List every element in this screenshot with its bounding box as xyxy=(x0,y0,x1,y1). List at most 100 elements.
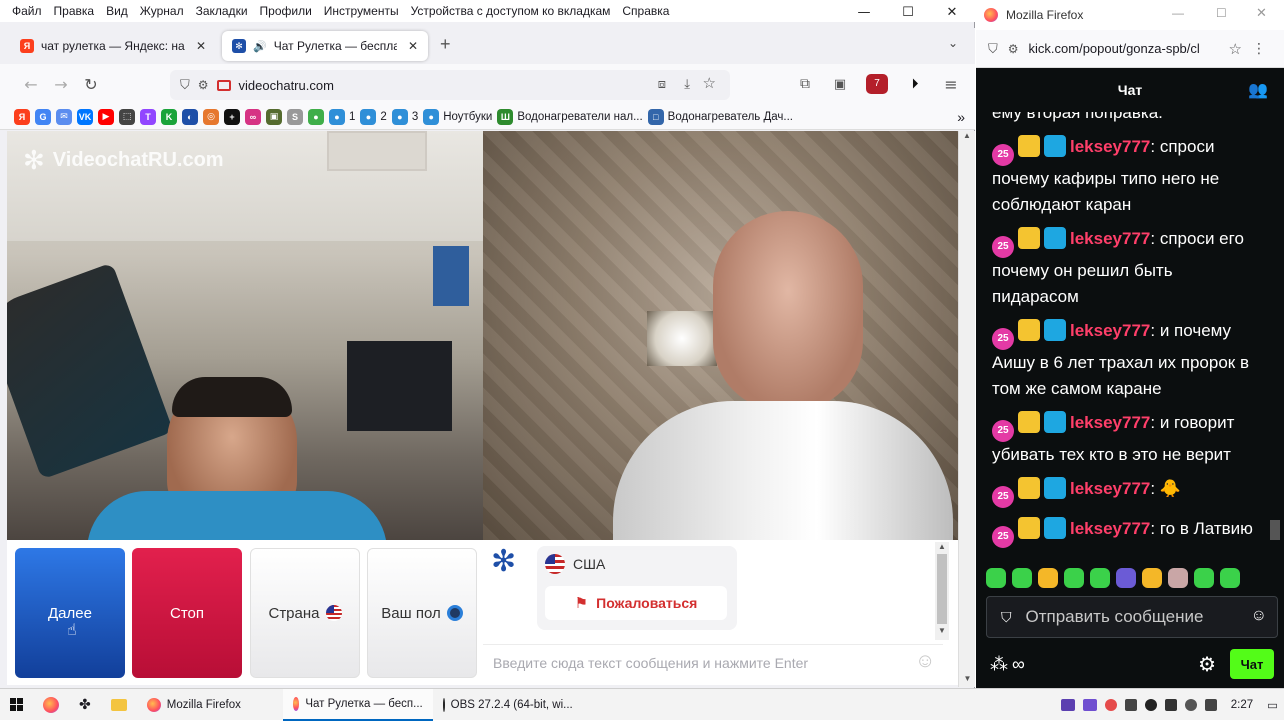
taskbar-window-chat[interactable]: Чат Рулетка — бесп... xyxy=(282,688,433,721)
url-bar[interactable]: ⛉ ⚙ videochatru.com ⧈ ⤓ ☆ xyxy=(170,70,730,100)
menu-help[interactable]: Справка xyxy=(616,4,675,18)
chat-scrollbar[interactable] xyxy=(1270,520,1280,540)
menu-file[interactable]: Файл xyxy=(6,4,48,18)
tray-app-icon[interactable] xyxy=(1124,698,1137,711)
country-button[interactable]: Страна xyxy=(250,548,360,678)
tab-list-chevron-down-icon[interactable]: ⌄ xyxy=(948,36,958,50)
pocket-icon[interactable]: ▣ xyxy=(825,69,855,99)
bookmark-item[interactable]: □ Водонагреватель Дач... xyxy=(647,108,793,125)
menu-profiles[interactable]: Профили xyxy=(254,4,318,18)
bookmark-item[interactable]: Я xyxy=(14,108,30,125)
tray-app-icon[interactable] xyxy=(1082,698,1097,711)
bookmark-item[interactable]: VK xyxy=(77,108,93,125)
bookmark-item[interactable]: T xyxy=(140,108,156,125)
minimize-button[interactable]: — xyxy=(842,0,886,24)
bookmark-item[interactable]: + xyxy=(224,108,240,125)
download-page-icon[interactable]: ⤓ xyxy=(684,76,690,92)
new-tab-button[interactable]: + xyxy=(440,34,451,55)
tray-app-icon[interactable] xyxy=(1144,698,1157,711)
bookmark-item[interactable]: ◐ xyxy=(182,108,198,125)
menu-view[interactable]: Вид xyxy=(100,4,134,18)
bookmark-star-icon[interactable]: ☆ xyxy=(1229,40,1242,58)
infinity-icon[interactable]: ∞ xyxy=(1012,654,1025,675)
emote-icon[interactable] xyxy=(1116,568,1136,588)
emote-icon[interactable] xyxy=(1012,568,1032,588)
emoji-icon[interactable]: ☺ xyxy=(915,650,935,673)
bookmark-item[interactable]: ▣ xyxy=(266,108,282,125)
bookmark-item[interactable]: ● xyxy=(308,108,324,125)
report-button[interactable]: ⚑ Пожаловаться xyxy=(545,586,727,620)
emote-icon[interactable] xyxy=(1168,568,1188,588)
menu-edit[interactable]: Правка xyxy=(48,4,101,18)
menu-bookmarks[interactable]: Закладки xyxy=(190,4,254,18)
menu-history[interactable]: Журнал xyxy=(134,4,190,18)
message-input[interactable]: Введите сюда текст сообщения и нажмите E… xyxy=(483,644,943,680)
bookmark-item[interactable]: ● 3 xyxy=(391,108,418,125)
tray-app-icon[interactable] xyxy=(1060,698,1075,711)
chat-username[interactable]: leksey777 xyxy=(1070,229,1150,248)
send-message-input[interactable]: ⛉ Отправить сообщение ☺ xyxy=(986,596,1278,638)
chat-username[interactable]: leksey777 xyxy=(1070,413,1150,432)
notification-icon[interactable]: ▭ xyxy=(1261,689,1284,721)
tab-yandex[interactable]: Я чат рулетка — Яндекс: нашлос ✕ xyxy=(10,31,216,61)
permissions-icon[interactable]: ⚙ xyxy=(198,78,209,92)
bookmark-item[interactable]: ∞ xyxy=(245,108,261,125)
gear-icon[interactable]: ⚙ xyxy=(1198,652,1216,677)
bookmark-item[interactable]: ● Ноутбуки xyxy=(423,108,492,125)
speaker-icon[interactable]: 🔊 xyxy=(253,40,267,53)
chat-username[interactable]: leksey777 xyxy=(1070,321,1150,340)
emote-icon[interactable] xyxy=(1038,568,1058,588)
shield-icon[interactable]: ⛉ xyxy=(988,41,998,57)
maximize-button[interactable]: ☐ xyxy=(1216,6,1227,20)
tray-app-icon[interactable] xyxy=(1204,698,1217,711)
bookmark-item[interactable]: ◎ xyxy=(203,108,219,125)
reload-icon[interactable]: ↻ xyxy=(76,69,106,99)
taskbar-window-firefox[interactable]: Mozilla Firefox xyxy=(137,689,283,721)
tab-videochat[interactable]: ✻ 🔊 Чат Рулетка — бесплатный ✕ xyxy=(222,31,428,61)
users-icon[interactable]: 👥 xyxy=(1248,80,1268,100)
tray-app-icon[interactable] xyxy=(1104,698,1117,711)
gender-button[interactable]: Ваш пол xyxy=(367,548,477,678)
stop-button[interactable]: Стоп xyxy=(132,548,242,678)
send-chat-button[interactable]: Чат xyxy=(1230,649,1274,679)
taskbar-firefox-pin[interactable] xyxy=(33,689,69,721)
clock[interactable]: 2:27 xyxy=(1223,689,1261,721)
chat-username[interactable]: leksey777 xyxy=(1070,519,1150,538)
maximize-button[interactable]: ☐ xyxy=(886,0,930,24)
bookmark-item[interactable]: ● 2 xyxy=(360,108,387,125)
page-scrollbar[interactable]: ▲ ▼ xyxy=(958,131,975,687)
emote-icon[interactable] xyxy=(1090,568,1110,588)
url-text[interactable]: videochatru.com xyxy=(239,78,334,93)
taskbar-app-pin[interactable]: ✤ xyxy=(69,689,101,721)
tray-app-icon[interactable] xyxy=(1164,698,1177,711)
chat-username[interactable]: leksey777 xyxy=(1070,137,1150,156)
url-text[interactable]: kick.com/popout/gonza-spb/cl xyxy=(1029,41,1219,56)
scroll-down-icon[interactable]: ▼ xyxy=(959,674,976,683)
kick-url-bar[interactable]: ⛉ ⚙ kick.com/popout/gonza-spb/cl ☆ ⋮ xyxy=(976,30,1284,68)
bookmark-item[interactable]: ✉ xyxy=(56,108,72,125)
emoji-icon[interactable]: ☺ xyxy=(1251,607,1267,625)
chat-username[interactable]: leksey777 xyxy=(1070,479,1150,498)
bookmark-item[interactable]: Ш Водонагреватели нал... xyxy=(497,108,643,125)
permissions-icon[interactable]: ⚙ xyxy=(1008,42,1019,56)
next-button[interactable]: Далее xyxy=(15,548,125,678)
close-button[interactable]: ✕ xyxy=(930,0,974,24)
emote-icon[interactable] xyxy=(1220,568,1240,588)
emote-icon[interactable] xyxy=(1194,568,1214,588)
bookmark-item[interactable]: K xyxy=(161,108,177,125)
close-tab-icon[interactable]: ✕ xyxy=(408,39,418,53)
start-button[interactable] xyxy=(0,689,33,721)
camera-icon[interactable] xyxy=(216,79,231,91)
menu-synced-tabs[interactable]: Устройства с доступом ко вкладкам xyxy=(405,4,617,18)
emote-icon[interactable] xyxy=(1064,568,1084,588)
bookmark-item[interactable]: S xyxy=(287,108,303,125)
shield-icon[interactable]: ⛉ xyxy=(180,77,190,93)
extensions-icon[interactable]: ⧉ xyxy=(790,69,820,99)
emote-icon[interactable] xyxy=(1142,568,1162,588)
close-button[interactable]: ✕ xyxy=(1256,5,1267,21)
close-tab-icon[interactable]: ✕ xyxy=(196,39,206,53)
bookmark-star-icon[interactable]: ☆ xyxy=(703,74,716,92)
chat-scrollbar[interactable]: ▲ ▼ xyxy=(935,542,949,640)
picture-in-picture-icon[interactable]: ⧈ xyxy=(658,76,666,92)
back-arrow-icon[interactable]: ← xyxy=(16,69,46,99)
